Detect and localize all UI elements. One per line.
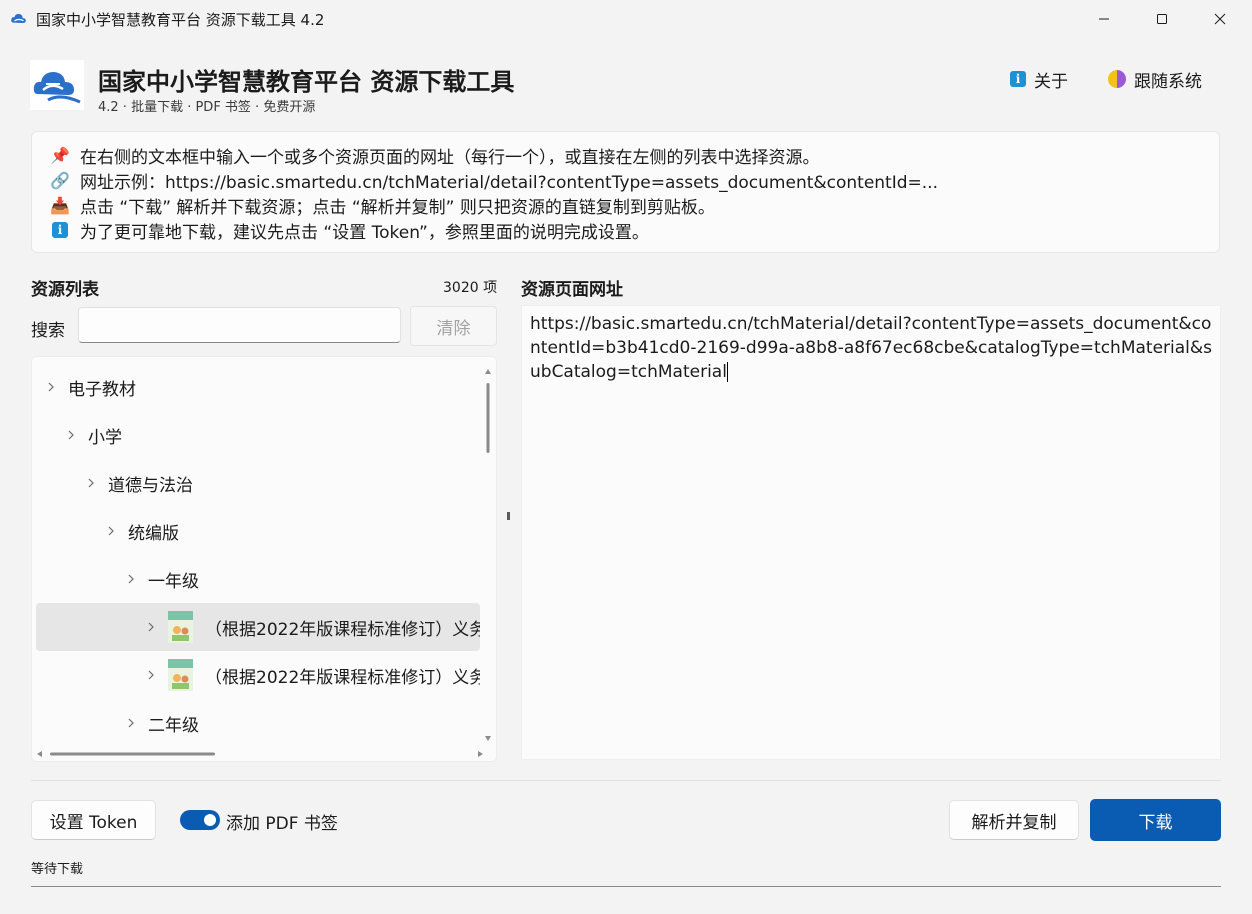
close-button[interactable] xyxy=(1192,0,1248,38)
link-icon: 🔗 xyxy=(50,170,70,190)
window-title: 国家中小学智慧教育平台 资源下载工具 4.2 xyxy=(36,11,325,29)
chevron-right-icon[interactable] xyxy=(46,381,56,393)
search-label: 搜索 xyxy=(31,321,65,341)
url-text: https://basic.smartedu.cn/tchMaterial/de… xyxy=(530,314,1213,382)
tree-item-label: 二年级 xyxy=(148,715,199,736)
tree-item-category[interactable]: 电子教材 xyxy=(36,363,480,411)
parse-copy-button[interactable]: 解析并复制 xyxy=(949,800,1079,840)
tree-item-textbook[interactable]: （根据2022年版课程标准修订）义务教育教科书·道德与法治一年级上册 xyxy=(36,603,480,651)
theme-button[interactable]: 跟随系统 xyxy=(1108,68,1202,92)
status-text: 等待下载 xyxy=(31,862,84,877)
instruction-text: 在右侧的文本框中输入一个或多个资源页面的网址（每行一个），或直接在左侧的列表中选… xyxy=(80,147,820,168)
download-button[interactable]: 下载 xyxy=(1090,799,1221,841)
tree-item-label: 道德与法治 xyxy=(108,475,193,496)
title-bar: 国家中小学智慧教育平台 资源下载工具 4.2 xyxy=(0,0,1252,38)
tree-item-category[interactable]: 一年级 xyxy=(36,555,480,603)
about-button[interactable]: i 关于 xyxy=(1010,68,1068,92)
info-icon: i xyxy=(1010,71,1026,87)
theme-icon xyxy=(1108,70,1126,88)
horizontal-scrollbar[interactable] xyxy=(36,749,484,759)
pushpin-icon: 📌 xyxy=(50,145,70,165)
maximize-button[interactable] xyxy=(1134,0,1190,38)
app-logo xyxy=(30,60,84,110)
url-panel-title: 资源页面网址 xyxy=(521,280,623,300)
progress-bar xyxy=(31,886,1221,887)
app-name: 国家中小学智慧教育平台 资源下载工具 xyxy=(98,68,515,96)
chevron-right-icon[interactable] xyxy=(126,717,136,729)
minimize-button[interactable] xyxy=(1076,0,1132,38)
divider xyxy=(31,780,1221,781)
instruction-text: 网址示例：https://basic.smartedu.cn/tchMateri… xyxy=(80,172,938,193)
instruction-line: 📥 点击 “下载” 解析并下载资源；点击 “解析并复制” 则只把资源的直链复制到… xyxy=(50,193,715,218)
chevron-right-icon[interactable] xyxy=(86,477,96,489)
tree-item-category[interactable]: 道德与法治 xyxy=(36,459,480,507)
tree-item-category[interactable]: 小学 xyxy=(36,411,480,459)
instruction-line: 🔗 网址示例：https://basic.smartedu.cn/tchMate… xyxy=(50,168,938,193)
search-input[interactable] xyxy=(78,307,401,343)
about-label: 关于 xyxy=(1034,71,1068,92)
resource-list-title: 资源列表 xyxy=(31,280,99,300)
toggle-knob xyxy=(204,814,216,826)
set-token-button[interactable]: 设置 Token xyxy=(31,800,156,840)
tree-item-label: （根据2022年版课程标准修订）义务教育教科书·道德与法治一年级下册 xyxy=(205,667,480,688)
inbox-tray-icon: 📥 xyxy=(50,195,70,215)
tree-item-category[interactable]: 二年级 xyxy=(36,699,480,747)
instruction-text: 点击 “下载” 解析并下载资源；点击 “解析并复制” 则只把资源的直链复制到剪贴… xyxy=(80,197,715,218)
info-icon: i xyxy=(50,220,70,240)
resource-count: 3020 项 xyxy=(443,280,498,296)
chevron-right-icon[interactable] xyxy=(126,573,136,585)
chevron-right-icon[interactable] xyxy=(146,621,156,633)
tree-item-label: （根据2022年版课程标准修订）义务教育教科书·道德与法治一年级上册 xyxy=(205,619,480,640)
textbook-cover-icon xyxy=(168,611,193,643)
app-cloud-icon xyxy=(11,14,26,24)
panel-splitter[interactable] xyxy=(507,512,510,520)
pdf-bookmark-toggle[interactable] xyxy=(180,810,220,830)
pdf-bookmark-label: 添加 PDF 书签 xyxy=(226,814,338,834)
instructions-box: 📌 在右侧的文本框中输入一个或多个资源页面的网址（每行一个），或直接在左侧的列表… xyxy=(31,131,1220,253)
close-icon xyxy=(1214,13,1226,25)
app-subtitle: 4.2 · 批量下载 · PDF 书签 · 免费开源 xyxy=(98,100,316,115)
tree-item-label: 统编版 xyxy=(128,523,179,544)
textbook-cover-icon xyxy=(168,659,193,691)
tree-item-label: 电子教材 xyxy=(68,379,136,400)
instruction-line: 📌 在右侧的文本框中输入一个或多个资源页面的网址（每行一个），或直接在左侧的列表… xyxy=(50,143,820,168)
url-textarea[interactable]: https://basic.smartedu.cn/tchMaterial/de… xyxy=(521,305,1221,760)
theme-label: 跟随系统 xyxy=(1134,71,1202,92)
chevron-right-icon[interactable] xyxy=(66,429,76,441)
vertical-scrollbar[interactable] xyxy=(484,365,492,743)
text-caret xyxy=(726,362,728,382)
tree-item-label: 小学 xyxy=(88,427,122,448)
maximize-icon xyxy=(1157,14,1167,24)
resource-tree[interactable]: 电子教材小学道德与法治统编版一年级 （根据2022年版课程标准修订）义务教育教科书… xyxy=(31,356,497,762)
chevron-right-icon[interactable] xyxy=(146,669,156,681)
clear-button[interactable]: 清除 xyxy=(410,306,497,346)
tree-item-textbook[interactable]: （根据2022年版课程标准修订）义务教育教科书·道德与法治一年级下册 xyxy=(36,651,480,699)
minimize-icon xyxy=(1099,18,1109,20)
instruction-text: 为了更可靠地下载，建议先点击 “设置 Token”，参照里面的说明完成设置。 xyxy=(80,222,649,243)
tree-item-label: 一年级 xyxy=(148,571,199,592)
instruction-line: i 为了更可靠地下载，建议先点击 “设置 Token”，参照里面的说明完成设置。 xyxy=(50,218,649,243)
chevron-right-icon[interactable] xyxy=(106,525,116,537)
tree-item-category[interactable]: 统编版 xyxy=(36,507,480,555)
